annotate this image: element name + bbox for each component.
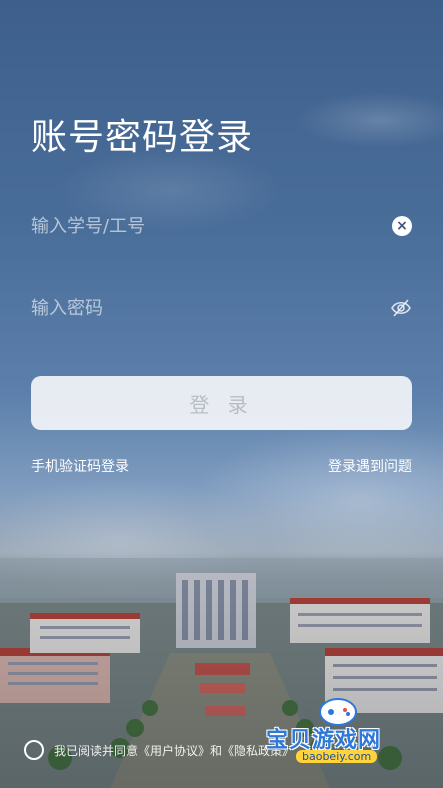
student-id-field[interactable]: × xyxy=(31,206,412,246)
status-bar xyxy=(10,6,433,24)
agreement-checkbox[interactable] xyxy=(24,740,44,760)
page-title: 账号密码登录 xyxy=(31,117,254,158)
password-input[interactable] xyxy=(31,297,331,319)
sms-login-link[interactable]: 手机验证码登录 xyxy=(31,456,129,476)
login-links: 手机验证码登录 登录遇到问题 xyxy=(31,456,412,476)
student-id-input[interactable] xyxy=(31,215,331,237)
eye-hidden-icon[interactable] xyxy=(390,297,412,319)
clear-icon[interactable]: × xyxy=(392,216,412,236)
site-watermark: 宝贝游戏网 baobeiy.com xyxy=(262,690,422,770)
login-button[interactable]: 登 录 xyxy=(31,376,412,430)
agreement-and: 和 xyxy=(210,743,223,758)
agreement-prefix: 我已阅读并同意 xyxy=(54,743,139,758)
agreement-row: 我已阅读并同意 《用户协议》 和 《隐私政策》 xyxy=(24,740,294,760)
login-help-link[interactable]: 登录遇到问题 xyxy=(328,456,412,476)
user-agreement-link[interactable]: 《用户协议》 xyxy=(138,742,210,759)
watermark-url: baobeiy.com xyxy=(296,750,378,763)
password-field[interactable] xyxy=(31,288,412,328)
